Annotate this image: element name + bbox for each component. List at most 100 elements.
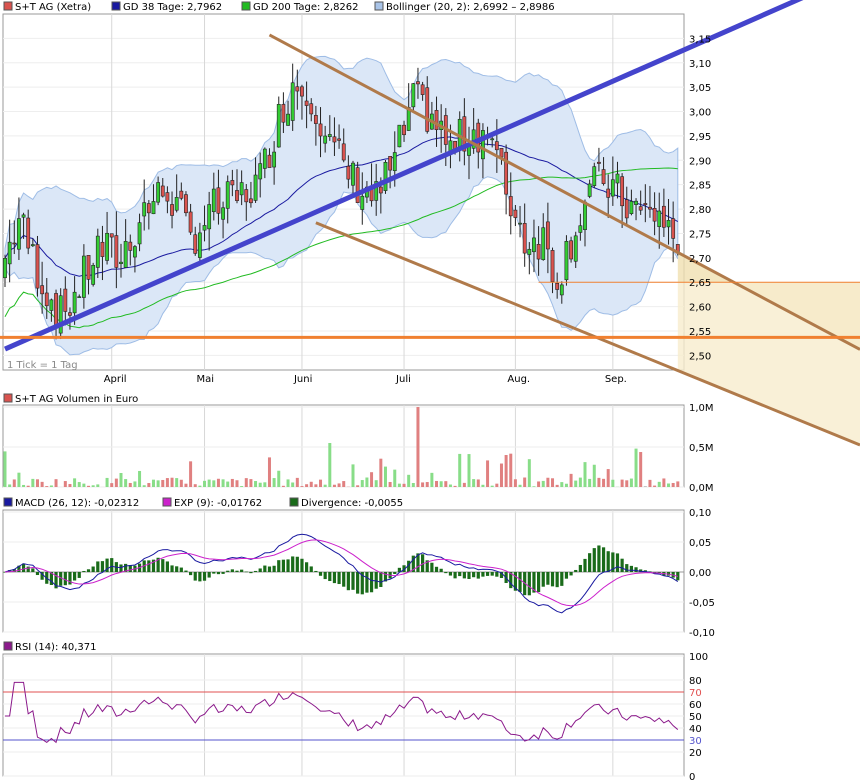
divergence-bar <box>351 572 355 590</box>
candle-body <box>211 188 216 213</box>
candle-body <box>146 203 151 214</box>
divergence-bar <box>309 566 313 572</box>
volume-bar <box>439 481 443 487</box>
volume-bar <box>676 481 680 487</box>
price-tick-label: 2,65 <box>689 278 711 289</box>
volume-bar <box>379 458 383 487</box>
volume-bar <box>555 484 559 487</box>
volume-bar <box>249 479 253 487</box>
divergence-bar <box>272 565 276 572</box>
volume-bar <box>611 479 615 487</box>
candle-body <box>610 179 615 197</box>
volume-bar <box>393 469 397 487</box>
volume-bar <box>216 478 220 487</box>
candle-body <box>434 110 439 131</box>
legend-swatch-divergence <box>289 497 299 507</box>
volume-bar <box>411 482 415 487</box>
volume-bar <box>142 485 146 487</box>
divergence-bar <box>161 559 165 572</box>
volume-bar <box>564 483 568 487</box>
volume-bar <box>625 480 629 487</box>
candle-body <box>262 148 267 169</box>
candle-body <box>253 174 258 201</box>
candle-body <box>378 186 383 194</box>
volume-bar <box>356 485 360 487</box>
volume-bar <box>481 484 485 487</box>
volume-bar <box>578 477 582 487</box>
candle-body <box>555 282 560 290</box>
rsi-y-ticks: 100 80706050403020 0 <box>689 652 708 783</box>
divergence-bar <box>601 547 606 572</box>
volume-bar <box>671 482 675 487</box>
volume-bar <box>133 481 137 487</box>
volume-bar <box>527 459 531 487</box>
volume-bar <box>388 481 392 487</box>
legend-swatch-rsi <box>3 641 13 651</box>
divergence-bar <box>235 570 239 572</box>
divergence-bar <box>165 561 169 572</box>
volume-bar <box>574 480 578 487</box>
candle-body <box>295 86 300 92</box>
volume-bar <box>421 482 425 487</box>
candle-body <box>202 225 207 231</box>
candle-body <box>541 227 546 261</box>
volume-bar <box>416 407 420 487</box>
macd-tick-label: -0,05 <box>689 598 715 609</box>
volume-bar <box>499 463 503 487</box>
price-tick-label: 3,15 <box>689 34 711 45</box>
volume-bar <box>96 484 100 487</box>
candle-body <box>504 151 509 195</box>
volume-bar <box>105 477 109 487</box>
volume-bar <box>235 480 239 487</box>
divergence-bar <box>277 560 281 572</box>
volume-bar <box>569 473 573 487</box>
divergence-bar <box>606 551 610 572</box>
divergence-bar <box>467 572 471 579</box>
volume-bar <box>184 483 188 487</box>
volume-bar <box>281 485 285 487</box>
volume-bar <box>383 466 387 487</box>
candle-body <box>666 220 671 228</box>
divergence-bar <box>342 572 346 587</box>
volume-bar <box>332 484 336 487</box>
macd-legend: MACD (26, 12): -0,02312 EXP (9): -0,0176… <box>3 497 403 509</box>
rsi-tick-label: 100 <box>689 652 708 663</box>
divergence-bar <box>537 572 541 593</box>
rsi-legend: RSI (14): 40,371 <box>3 641 97 653</box>
volume-bar <box>662 478 666 487</box>
candle-body <box>276 104 281 148</box>
volume-bar <box>12 479 16 487</box>
candle-body <box>133 246 137 258</box>
macd-y-ticks: 0,10 0,05 0,00 -0,05 -0,10 <box>689 508 715 639</box>
volume-bar <box>254 481 258 487</box>
volume-bar <box>277 470 281 487</box>
candle-body <box>174 197 179 211</box>
volume-bar <box>620 479 624 487</box>
volume-bar <box>588 478 592 487</box>
divergence-bar <box>629 565 633 572</box>
divergence-bar <box>216 572 221 575</box>
divergence-bar <box>249 572 253 574</box>
volume-bar <box>458 453 462 487</box>
volume-bar <box>407 474 411 487</box>
volume-bar <box>648 479 652 487</box>
volume-bar <box>87 485 91 487</box>
candle-body <box>225 181 230 209</box>
candle-body <box>573 235 578 262</box>
candle-body <box>239 182 244 196</box>
divergence-bar <box>574 569 578 572</box>
volume-bar <box>128 482 132 487</box>
volume-bar <box>513 479 517 487</box>
volume-bar <box>207 479 211 487</box>
price-tick-label: 2,60 <box>689 303 711 314</box>
divergence-bar <box>26 566 30 572</box>
volume-bar <box>504 455 508 487</box>
candle-body <box>281 104 286 123</box>
volume-bar <box>17 472 21 487</box>
candle-body <box>313 115 318 124</box>
legend-swatch-gd200 <box>241 1 251 11</box>
candle-body <box>114 235 119 268</box>
volume-bar <box>551 478 555 487</box>
volume-bar <box>560 482 564 487</box>
legend-gd38: GD 38 Tage: 2,7962 <box>123 2 222 13</box>
